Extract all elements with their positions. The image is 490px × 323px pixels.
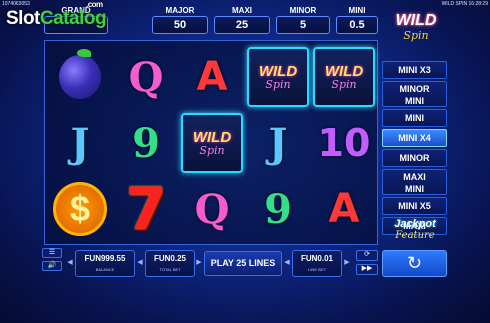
j-symbol: J xyxy=(70,119,90,167)
balance-caption: BALANCE xyxy=(95,267,115,272)
spin-button[interactable]: ↻ xyxy=(382,250,447,277)
hamburger-icon[interactable]: ☰ xyxy=(42,248,62,258)
balance-display: FUN999.55 BALANCE xyxy=(75,250,135,277)
prize-item: MAXI MINI xyxy=(382,169,447,195)
nine-symbol: 9 xyxy=(132,119,160,167)
jackpot-maxi: MAXI 25 xyxy=(214,6,270,34)
prize-item: MINI X5 xyxy=(382,197,447,215)
line-bet-decrease-icon[interactable]: ◀ xyxy=(283,253,291,273)
right-controls: ⟳ ▶▶ xyxy=(356,250,378,278)
wild-symbol: WILD Spin xyxy=(246,45,310,109)
speaker-icon[interactable]: 🔊 xyxy=(42,261,62,271)
prize-item: MINI xyxy=(382,109,447,127)
jackpot-major-value: 50 xyxy=(152,16,208,34)
jackpot-minor: MINOR 5 xyxy=(276,6,330,34)
reel-1: J $ xyxy=(47,41,113,246)
jackpot-mini: MINI 0.5 xyxy=(336,6,378,34)
fast-forward-icon[interactable]: ▶▶ xyxy=(356,264,378,275)
jackpot-major: MAJOR 50 xyxy=(152,6,208,34)
jackpot-feature-label: Jackpot Feature xyxy=(394,218,436,241)
bet-decrease-icon[interactable]: ◀ xyxy=(136,253,144,273)
seven-symbol: 7 xyxy=(125,175,167,243)
total-bet-display: FUN0.25 TOTAL BET xyxy=(145,250,195,277)
j-symbol: J xyxy=(268,119,288,167)
jackpot-minor-value: 5 xyxy=(276,16,330,34)
watermark-catalog: Catalog xyxy=(39,8,107,29)
a-symbol: A xyxy=(196,54,228,100)
game-logo: WILD Spin xyxy=(385,12,447,58)
bet-increase-icon[interactable]: ▶ xyxy=(195,253,203,273)
prize-item: MINI X3 xyxy=(382,61,447,79)
watermark-domain: .com xyxy=(86,0,103,9)
dollar-symbol: $ xyxy=(48,177,112,241)
play-lines-button[interactable]: PLAY 25 LINES xyxy=(204,251,282,276)
line-bet-value: FUN0.01 xyxy=(300,254,333,263)
spin-arrow-icon: ↻ xyxy=(406,253,423,273)
game-logo-subtitle: Spin xyxy=(403,29,429,42)
line-bet-increase-icon[interactable]: ▶ xyxy=(343,253,351,273)
session-id: 1074063053 xyxy=(2,1,30,7)
plum-symbol xyxy=(48,45,112,109)
wild-symbol: WILD Spin xyxy=(180,111,244,175)
jackpot-maxi-label: MAXI xyxy=(232,6,252,15)
a-symbol: A xyxy=(328,186,360,232)
jackpot-minor-label: MINOR xyxy=(289,6,317,15)
game-logo-title: WILD xyxy=(395,12,437,29)
autoplay-icon[interactable]: ⟳ xyxy=(356,250,378,261)
total-bet-value: FUN0.25 xyxy=(153,254,186,263)
watermark: SlotCatalog .com xyxy=(6,0,107,30)
reel-2: Q 9 7 xyxy=(113,41,179,246)
jackpot-maxi-value: 25 xyxy=(214,16,270,34)
balance-value: FUN999.55 xyxy=(84,254,126,263)
game-status: WILD SPIN 16:28:29 xyxy=(441,1,488,7)
line-bet-display: FUN0.01 LINE BET xyxy=(292,250,342,277)
plum-icon xyxy=(59,49,101,99)
wild-symbol: WILD Spin xyxy=(312,45,376,109)
reel-3: A WILD Spin Q xyxy=(179,41,245,246)
total-bet-caption: TOTAL BET xyxy=(159,267,181,272)
ten-symbol: 10 xyxy=(317,121,371,165)
q-symbol: Q xyxy=(194,185,230,233)
jackpot-mini-value: 0.5 xyxy=(336,16,378,34)
jackpot-prize-list: MINI X3 MINOR MINI MINI MINI X4 MINOR MA… xyxy=(382,61,447,237)
reel-5: WILD Spin 10 A xyxy=(311,41,377,246)
left-controls: ☰ 🔊 xyxy=(42,248,62,274)
reel-4: WILD Spin J 9 xyxy=(245,41,311,246)
jackpot-mini-label: MINI xyxy=(348,6,366,15)
jackpot-major-label: MAJOR xyxy=(165,6,195,15)
prize-item: MINOR xyxy=(382,149,447,167)
prize-item-selected: MINI X4 xyxy=(382,129,447,147)
prize-item: MINOR MINI xyxy=(382,81,447,107)
balance-left-arrow-icon[interactable]: ◀ xyxy=(66,253,74,273)
line-bet-caption: LINE BET xyxy=(308,267,326,272)
watermark-slot: Slot xyxy=(6,8,40,29)
nine-symbol: 9 xyxy=(264,185,292,233)
reel-grid: J $ Q 9 7 A WILD Spin Q WILD Spin J 9 WI… xyxy=(44,40,378,245)
q-symbol: Q xyxy=(128,53,164,101)
